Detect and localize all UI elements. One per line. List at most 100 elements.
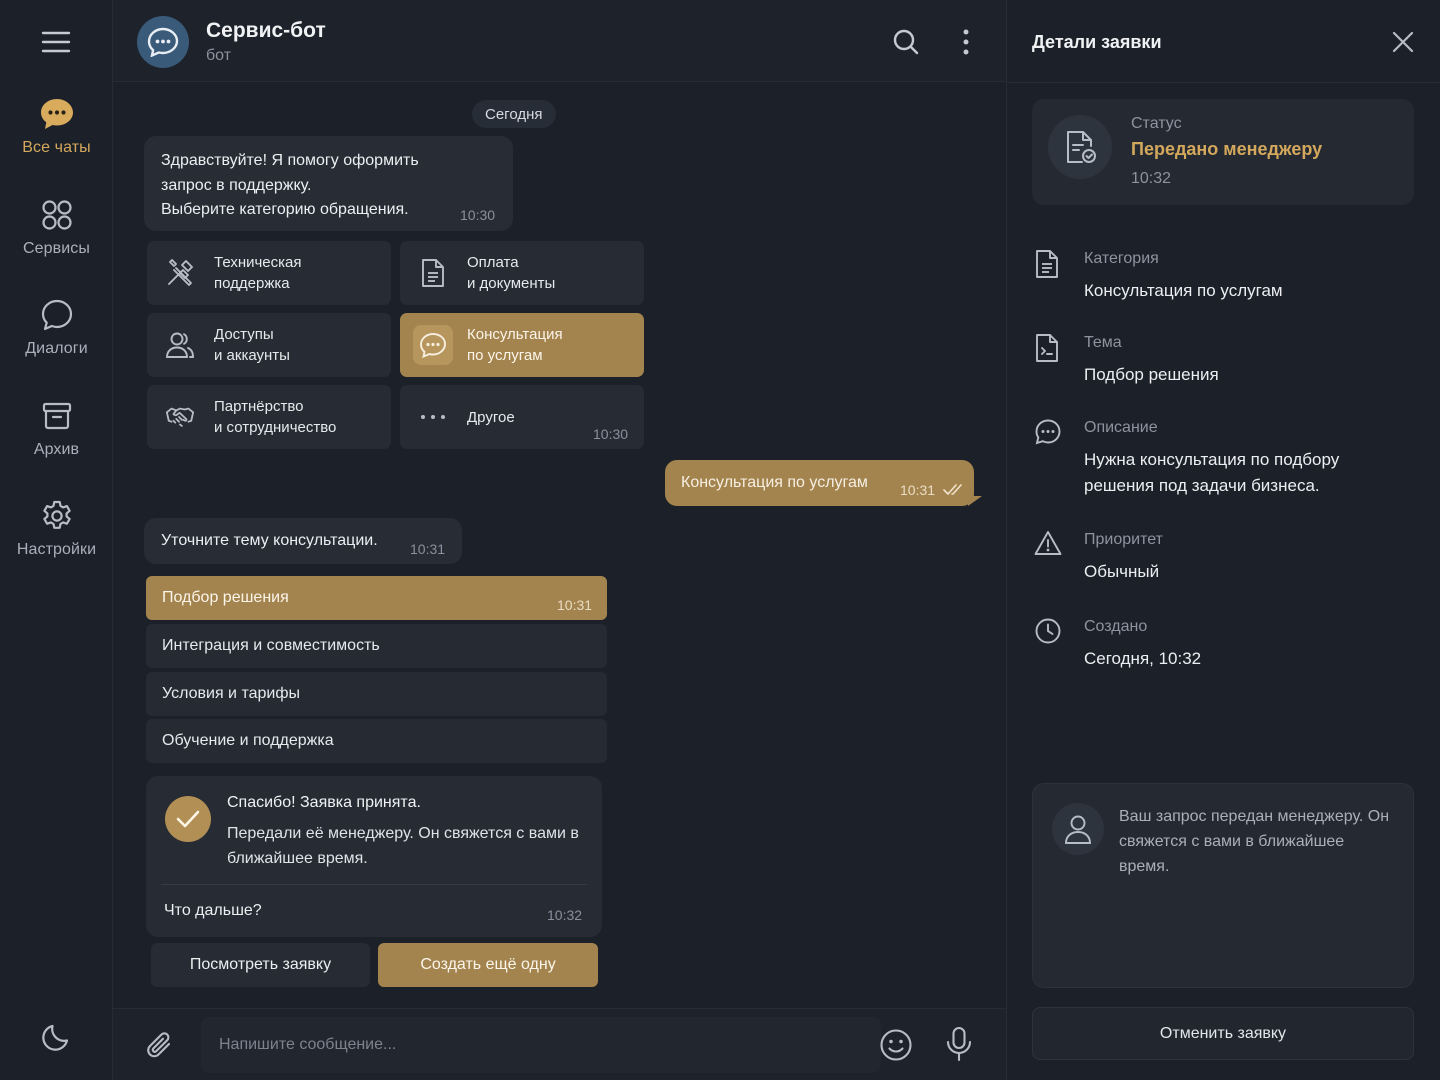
handshake-icon	[165, 402, 195, 432]
cancel-request-button[interactable]: Отменить заявку	[1032, 1007, 1414, 1060]
detail-value: Сегодня, 10:32	[1084, 649, 1202, 668]
more-dots-icon	[418, 402, 448, 432]
category-access-button[interactable]: Доступы и аккаунты	[147, 313, 391, 377]
rail-item-services[interactable]: Сервисы	[0, 197, 113, 287]
day-divider: Сегодня	[472, 100, 556, 128]
topic-option-button[interactable]: Обучение и поддержка	[146, 719, 607, 763]
rail-item-label: Настройки	[16, 541, 97, 558]
message-text: Уточните тему консультации.	[161, 532, 378, 549]
topic-label: Интеграция и совместимость	[162, 637, 380, 654]
rail-item-archive[interactable]: Архив	[0, 398, 113, 488]
message-time: 10:31	[900, 482, 936, 498]
chat-area: Сервис-бот бот Сегодня Здравствуйте! Я п…	[113, 0, 1006, 1080]
detail-label: Категория	[1084, 250, 1159, 267]
rail-item-settings[interactable]: Настройки	[0, 498, 113, 588]
document-list-icon	[1034, 249, 1064, 279]
detail-value: Консультация по услугам	[1084, 281, 1283, 300]
detail-value: Нужна консультация по подбору решения по…	[1084, 450, 1340, 495]
bot-message-greeting: Здравствуйте! Я помогу оформить запрос в…	[144, 136, 513, 231]
speech-bubble-icon	[39, 297, 75, 333]
message-time: 10:30	[460, 207, 496, 223]
divider	[161, 884, 587, 885]
microphone-icon[interactable]	[945, 1026, 973, 1062]
whats-next-label: Что дальше?	[164, 902, 262, 919]
message-time: 10:31	[410, 541, 446, 557]
category-consultation-button[interactable]: Консультация по услугам	[400, 313, 644, 377]
more-vertical-icon[interactable]	[956, 28, 976, 56]
status-value: Передано менеджеру	[1131, 139, 1323, 159]
rail-item-all-chats[interactable]: Все чаты	[0, 96, 113, 186]
message-line: Выберите категорию обращения.	[161, 201, 409, 218]
message-time: 10:32	[547, 907, 583, 923]
status-label: Статус	[1131, 115, 1182, 132]
panel-title: Детали заявки	[1032, 32, 1162, 52]
detail-label: Тема	[1084, 334, 1122, 351]
emoji-icon[interactable]	[879, 1028, 913, 1062]
request-details-panel: Детали заявки Статус Передано менеджеру …	[1006, 0, 1440, 1080]
manager-note-text: Ваш запрос передан менеджеру. Он свяжетс…	[1119, 808, 1390, 875]
paperclip-icon[interactable]	[145, 1030, 175, 1062]
document-icon	[418, 258, 448, 288]
left-rail: Все чаты Сервисы Диалоги Архив Настройки	[0, 0, 113, 1080]
rail-item-label: Диалоги	[25, 340, 88, 357]
search-icon[interactable]	[892, 28, 920, 56]
message-time: 10:31	[557, 597, 593, 613]
status-time: 10:32	[1131, 170, 1172, 187]
create-another-button[interactable]: Создать ещё одну	[378, 943, 598, 987]
rail-item-label: Все чаты	[22, 139, 91, 156]
bot-avatar	[137, 16, 189, 68]
category-tech-support-button[interactable]: Техническая поддержка	[147, 241, 391, 305]
topic-option-button[interactable]: Подбор решения 10:31	[146, 576, 607, 620]
bot-message-topic-question: Уточните тему консультации. 10:31	[144, 518, 462, 564]
chat-header: Сервис-бот бот	[113, 0, 1006, 82]
detail-label: Описание	[1084, 419, 1158, 436]
document-text-icon	[1034, 333, 1064, 363]
category-payment-button[interactable]: Оплата и документы	[400, 241, 644, 305]
message-text: Консультация по услугам	[681, 474, 868, 491]
chat-title: Сервис-бот	[206, 19, 326, 42]
topic-option-button[interactable]: Условия и тарифы	[146, 672, 607, 716]
topic-option-button[interactable]: Интеграция и совместимость	[146, 624, 607, 668]
detail-value: Обычный	[1084, 562, 1160, 581]
topic-label: Условия и тарифы	[162, 685, 300, 702]
category-partnership-button[interactable]: Партнёрство и сотрудничество	[147, 385, 391, 449]
moon-icon[interactable]	[40, 1019, 74, 1053]
chat-dots-icon	[1034, 418, 1064, 448]
user-message: Консультация по услугам 10:31	[665, 460, 982, 506]
view-request-button[interactable]: Посмотреть заявку	[151, 943, 370, 987]
archive-box-icon	[39, 398, 75, 434]
document-check-icon	[1048, 115, 1112, 179]
chat-dots-icon	[413, 325, 453, 365]
chat-bubble-dots-icon	[39, 96, 75, 132]
confirmation-card: Спасибо! Заявка принята. Передали её мен…	[146, 776, 602, 937]
confirmation-text: Передали её менеджеру. Он свяжется с вам…	[227, 825, 579, 867]
topic-label: Подбор решения	[162, 589, 289, 606]
detail-value: Подбор решения	[1084, 365, 1219, 384]
rail-item-dialogs[interactable]: Диалоги	[0, 297, 113, 387]
category-label: Доступы и аккаунты	[214, 326, 290, 364]
category-label: Консультация по услугам	[467, 326, 563, 364]
message-line: запрос в поддержку.	[161, 176, 312, 194]
category-other-button[interactable]: Другое 10:30	[400, 385, 644, 449]
rail-item-label: Архив	[33, 441, 80, 458]
category-label: Партнёрство и сотрудничество	[214, 398, 337, 436]
close-icon[interactable]	[1391, 30, 1415, 54]
message-line: Здравствуйте! Я помогу оформить	[161, 152, 419, 169]
chat-bubble-icon	[147, 27, 179, 57]
gear-icon	[39, 498, 75, 534]
bubble-tail	[968, 496, 982, 506]
double-check-icon	[943, 484, 962, 495]
rail-item-label: Сервисы	[23, 240, 90, 257]
confirmation-title: Спасибо! Заявка принята.	[227, 794, 421, 811]
message-composer	[113, 1008, 1006, 1080]
message-input[interactable]	[201, 1017, 881, 1073]
divider	[1007, 82, 1440, 83]
grid-circles-icon	[39, 197, 75, 233]
manager-note-card: Ваш запрос передан менеджеру. Он свяжетс…	[1032, 783, 1414, 988]
message-time: 10:30	[593, 426, 629, 442]
topic-label: Обучение и поддержка	[162, 732, 334, 749]
warning-triangle-icon	[1034, 530, 1064, 560]
category-label: Оплата и документы	[467, 254, 556, 292]
status-card: Статус Передано менеджеру 10:32	[1032, 99, 1414, 205]
hamburger-menu-icon[interactable]	[41, 29, 71, 55]
